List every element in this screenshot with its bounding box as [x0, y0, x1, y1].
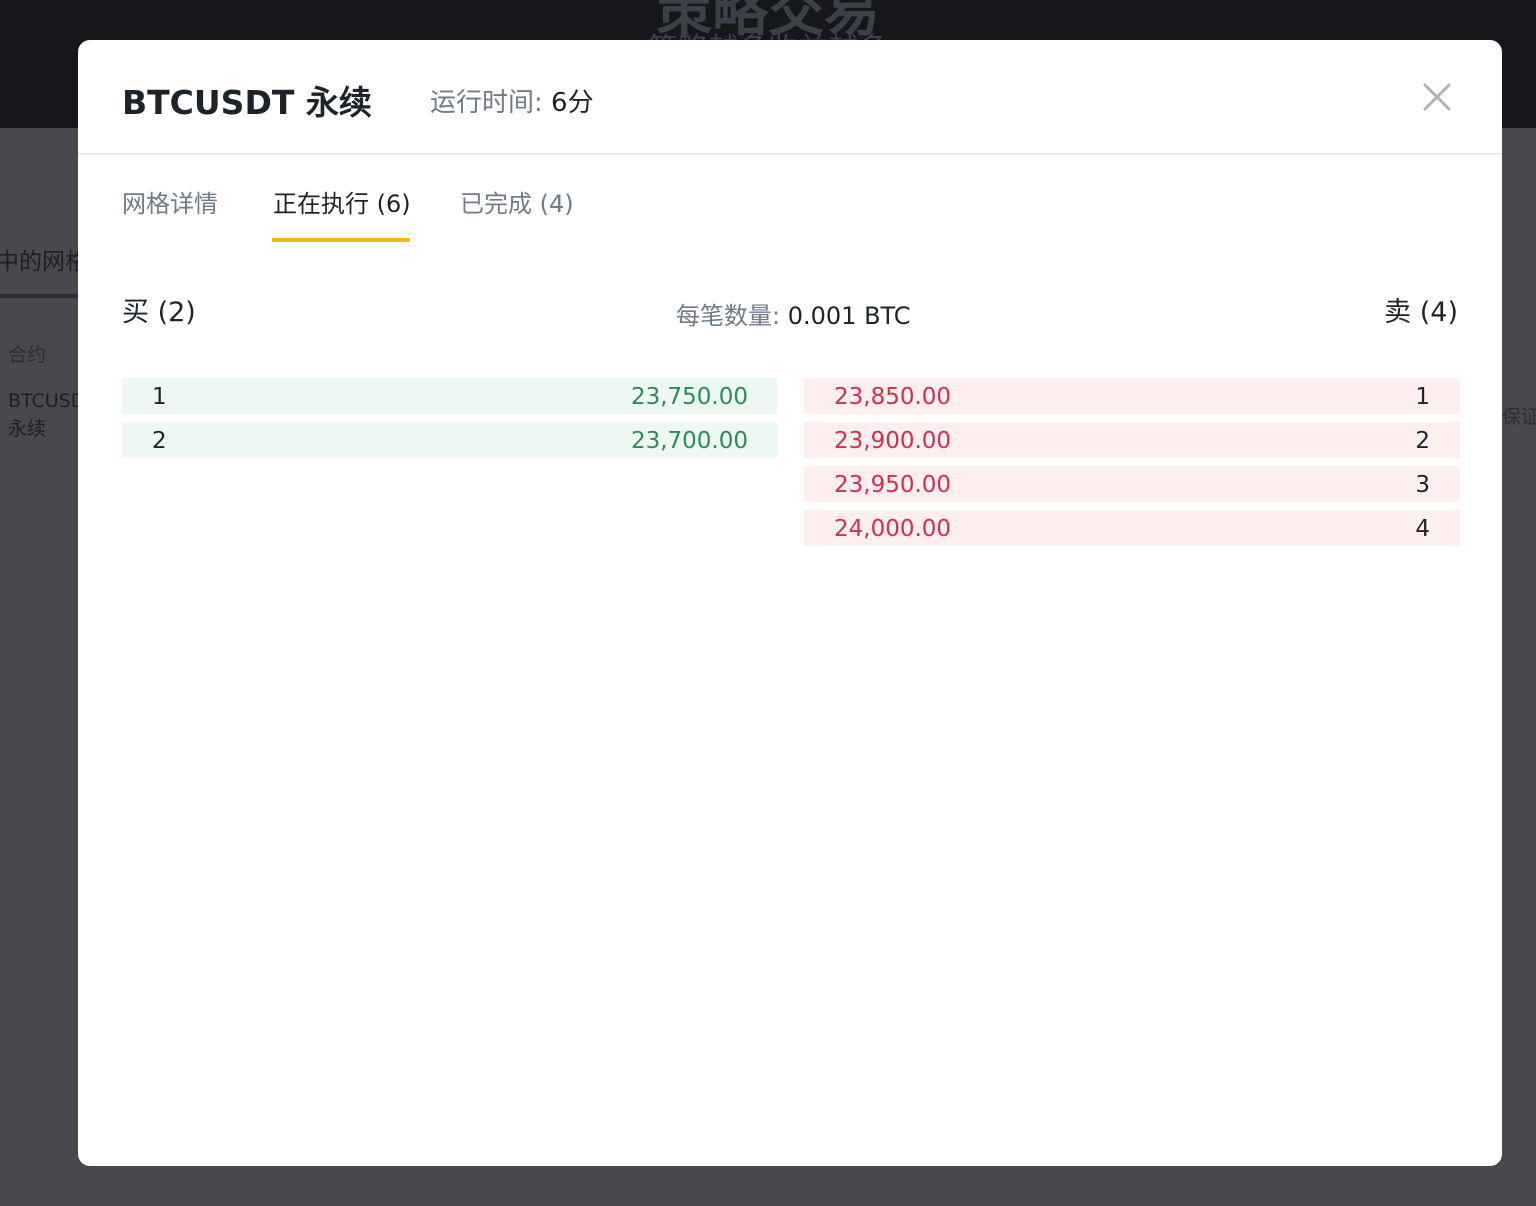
quantity-per-order: 每笔数量: 0.001 BTC — [676, 296, 911, 331]
sell-order-row: 24,000.00 4 — [804, 510, 1460, 546]
tab-running[interactable]: 正在执行 (6) — [273, 184, 411, 219]
active-tab-indicator — [272, 238, 410, 242]
buy-order-price: 23,700.00 — [630, 428, 748, 454]
tab-grid-details[interactable]: 网格详情 — [122, 184, 218, 219]
background-tab: 中的网格 — [0, 249, 88, 275]
sell-order-index: 2 — [1415, 428, 1430, 454]
tab-bar: 网格详情 正在执行 (6) 已完成 (4) — [78, 156, 1502, 246]
sell-order-row: 23,900.00 2 — [804, 422, 1460, 458]
buy-order-index: 2 — [152, 428, 167, 454]
sell-order-row: 23,950.00 3 — [804, 466, 1460, 502]
runtime: 运行时间: 6分 — [430, 82, 594, 119]
background-symbol-type: 永续 — [8, 418, 47, 440]
tab-completed[interactable]: 已完成 (4) — [460, 184, 574, 219]
sell-order-list: 23,850.00 1 23,900.00 2 23,950.00 3 24,0… — [804, 378, 1460, 554]
sell-order-price: 23,900.00 — [834, 428, 952, 454]
sell-order-price: 24,000.00 — [834, 516, 952, 542]
buy-order-row: 1 23,750.00 — [122, 378, 778, 414]
sell-order-row: 23,850.00 1 — [804, 378, 1460, 414]
sell-order-price: 23,850.00 — [834, 384, 952, 410]
close-icon — [1423, 83, 1451, 111]
buy-order-list: 1 23,750.00 2 23,700.00 — [122, 378, 778, 466]
sell-header: 卖 (4) — [1384, 297, 1458, 328]
runtime-value: 6分 — [551, 88, 594, 118]
background-column-header: 合约 — [8, 344, 47, 366]
background-right-text: 保证金 — [1502, 406, 1536, 428]
modal-header: BTCUSDT 永续 运行时间: 6分 — [78, 40, 1502, 155]
sell-order-price: 23,950.00 — [834, 472, 952, 498]
runtime-label: 运行时间: — [430, 88, 543, 118]
grid-detail-modal: BTCUSDT 永续 运行时间: 6分 网格详情 正在执行 (6) 已完成 (4… — [78, 40, 1502, 1166]
background-tab-underline — [0, 294, 80, 298]
quantity-label: 每笔数量: — [676, 302, 781, 330]
quantity-value: 0.001 BTC — [787, 302, 911, 330]
buy-header: 买 (2) — [122, 297, 196, 328]
buy-order-index: 1 — [152, 384, 167, 410]
sell-order-index: 3 — [1415, 472, 1430, 498]
buy-order-price: 23,750.00 — [630, 384, 748, 410]
modal-title: BTCUSDT 永续 — [122, 83, 372, 122]
sell-order-index: 1 — [1415, 384, 1430, 410]
close-button[interactable] — [1416, 76, 1458, 118]
sell-order-index: 4 — [1415, 516, 1430, 542]
buy-order-row: 2 23,700.00 — [122, 422, 778, 458]
